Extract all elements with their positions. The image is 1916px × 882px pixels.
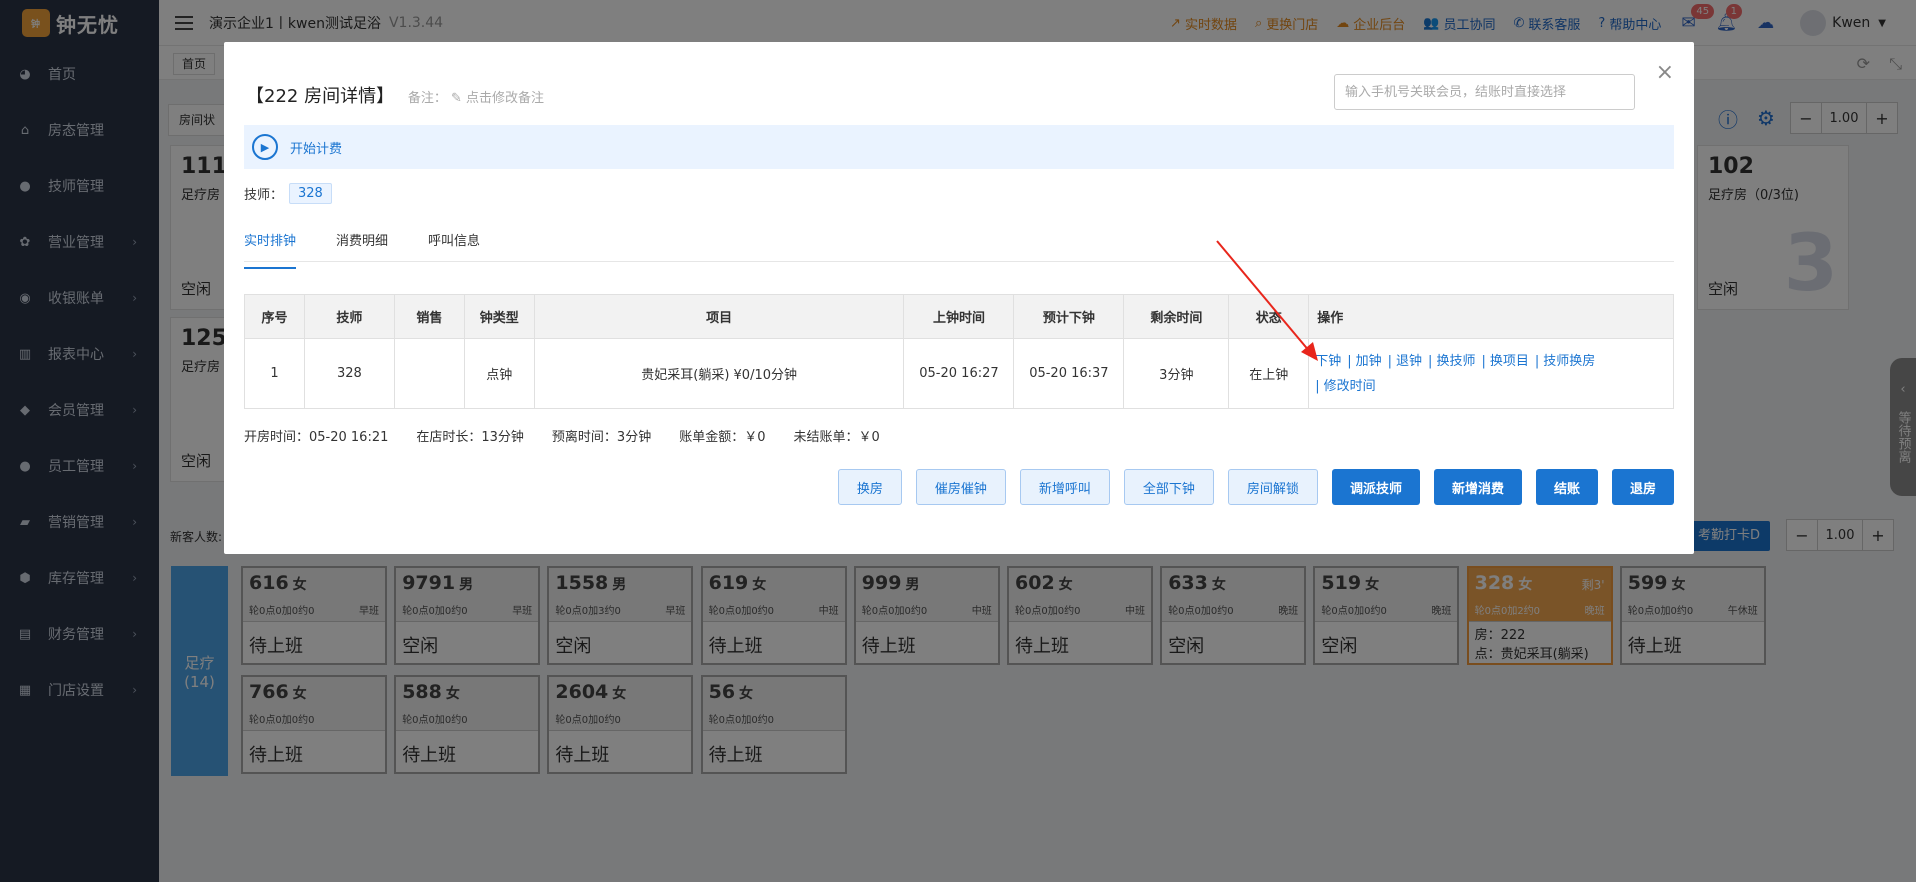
change-room-button[interactable]: 换房 [837,469,902,505]
cell-start-time: 05-20 16:27 [903,338,1015,409]
cell-sales [393,338,465,409]
bill-summary: 开房时间：05-20 16:21 在店时长：13分钟 预离时间：3分钟 账单金额… [244,426,908,445]
cell-seq: 1 [244,338,305,409]
edit-note-link[interactable]: 点击修改备注 [466,91,544,106]
separator: | [1534,353,1540,369]
col-header: 剩余时间 [1123,294,1230,339]
op-refund-clock[interactable]: 退钟 [1396,354,1422,369]
schedule-table: 序号 技师 销售 钟类型 项目 上钟时间 预计下钟 剩余时间 状态 操作 1 3… [244,294,1674,409]
tab-calls[interactable]: 呼叫信息 [428,230,480,261]
col-header: 项目 [533,294,905,339]
cell-tech: 328 [303,338,395,409]
urge-room-button[interactable]: 催房催钟 [915,469,1006,505]
tab-consumption[interactable]: 消费明细 [336,230,388,261]
cell-clock-type: 点钟 [463,338,535,409]
add-consumption-button[interactable]: 新增消费 [1433,469,1522,505]
room-detail-modal: 【222 房间详情】 备注： ✎ 点击修改备注 × ▶ 开始计费 技师： 328… [224,42,1694,554]
stay-duration: 在店时长：13分钟 [416,430,524,445]
tab-realtime[interactable]: 实时排钟 [244,230,297,269]
expected-leave: 预离时间：3分钟 [551,430,652,445]
dispatch-tech-button[interactable]: 调派技师 [1331,469,1420,505]
col-header: 操作 [1308,294,1674,339]
table-header-row: 序号 技师 销售 钟类型 项目 上钟时间 预计下钟 剩余时间 状态 操作 [244,294,1674,339]
note-label: 备注： [407,91,447,106]
play-icon[interactable]: ▶ [252,134,278,160]
note-area[interactable]: 备注： ✎ 点击修改备注 [408,91,544,106]
modal-title-text: 【222 房间详情】 [246,86,395,107]
member-phone-input[interactable] [1334,74,1635,110]
open-time: 开房时间：05-20 16:21 [244,430,389,445]
modal-actions: 换房 催房催钟 新增呼叫 全部下钟 房间解锁 调派技师 新增消费 结账 退房 [824,469,1674,505]
separator: | [1347,353,1352,369]
op-clock-off[interactable]: 下钟 [1315,354,1341,369]
checkout-button[interactable]: 结账 [1535,469,1598,505]
separator: | [1428,353,1433,369]
modal-title: 【222 房间详情】 备注： ✎ 点击修改备注 [246,82,544,108]
all-clock-off-button[interactable]: 全部下钟 [1123,469,1214,505]
unlock-room-button[interactable]: 房间解锁 [1227,469,1318,505]
start-billing-bar[interactable]: ▶ 开始计费 [244,125,1674,169]
table-row: 1 328 点钟 贵妃采耳(躺采) ¥0/10分钟 05-20 16:27 05… [244,338,1674,409]
cell-remaining: 3分钟 [1123,338,1230,409]
separator: | [1315,378,1320,394]
technician-label: 技师： [244,188,284,203]
add-call-button[interactable]: 新增呼叫 [1019,469,1110,505]
op-edit-time[interactable]: 修改时间 [1324,379,1376,394]
modal-tabs: 实时排钟 消费明细 呼叫信息 [244,230,1674,269]
col-header: 序号 [244,294,305,339]
col-header: 预计下钟 [1013,294,1125,339]
col-header: 上钟时间 [903,294,1015,339]
col-header: 状态 [1228,294,1310,339]
leave-room-button[interactable]: 退房 [1611,469,1674,505]
op-change-tech[interactable]: 换技师 [1436,354,1475,369]
op-change-item[interactable]: 换项目 [1490,354,1529,369]
col-header: 钟类型 [463,294,535,339]
cell-operations: 下钟 | 加钟 | 退钟 | 换技师 | 换项目 | 技师换房 | 修改时间 [1308,338,1674,409]
cell-status: 在上钟 [1228,338,1310,409]
col-header: 技师 [303,294,395,339]
col-header: 销售 [393,294,465,339]
technician-row: 技师： 328 [244,183,332,204]
separator: | [1387,353,1393,369]
unpaid-bill: 未结账单：￥0 [793,430,880,445]
technician-tag[interactable]: 328 [289,183,332,204]
op-add-clock[interactable]: 加钟 [1356,354,1382,369]
op-tech-change-room[interactable]: 技师换房 [1543,354,1595,369]
bill-amount: 账单金额：￥0 [679,430,766,445]
start-billing-label[interactable]: 开始计费 [290,138,342,157]
pencil-icon: ✎ [450,91,462,106]
close-icon[interactable]: × [1656,60,1674,85]
cell-item: 贵妃采耳(躺采) ¥0/10分钟 [533,338,905,409]
cell-end-time: 05-20 16:37 [1013,338,1125,409]
separator: | [1481,353,1486,369]
